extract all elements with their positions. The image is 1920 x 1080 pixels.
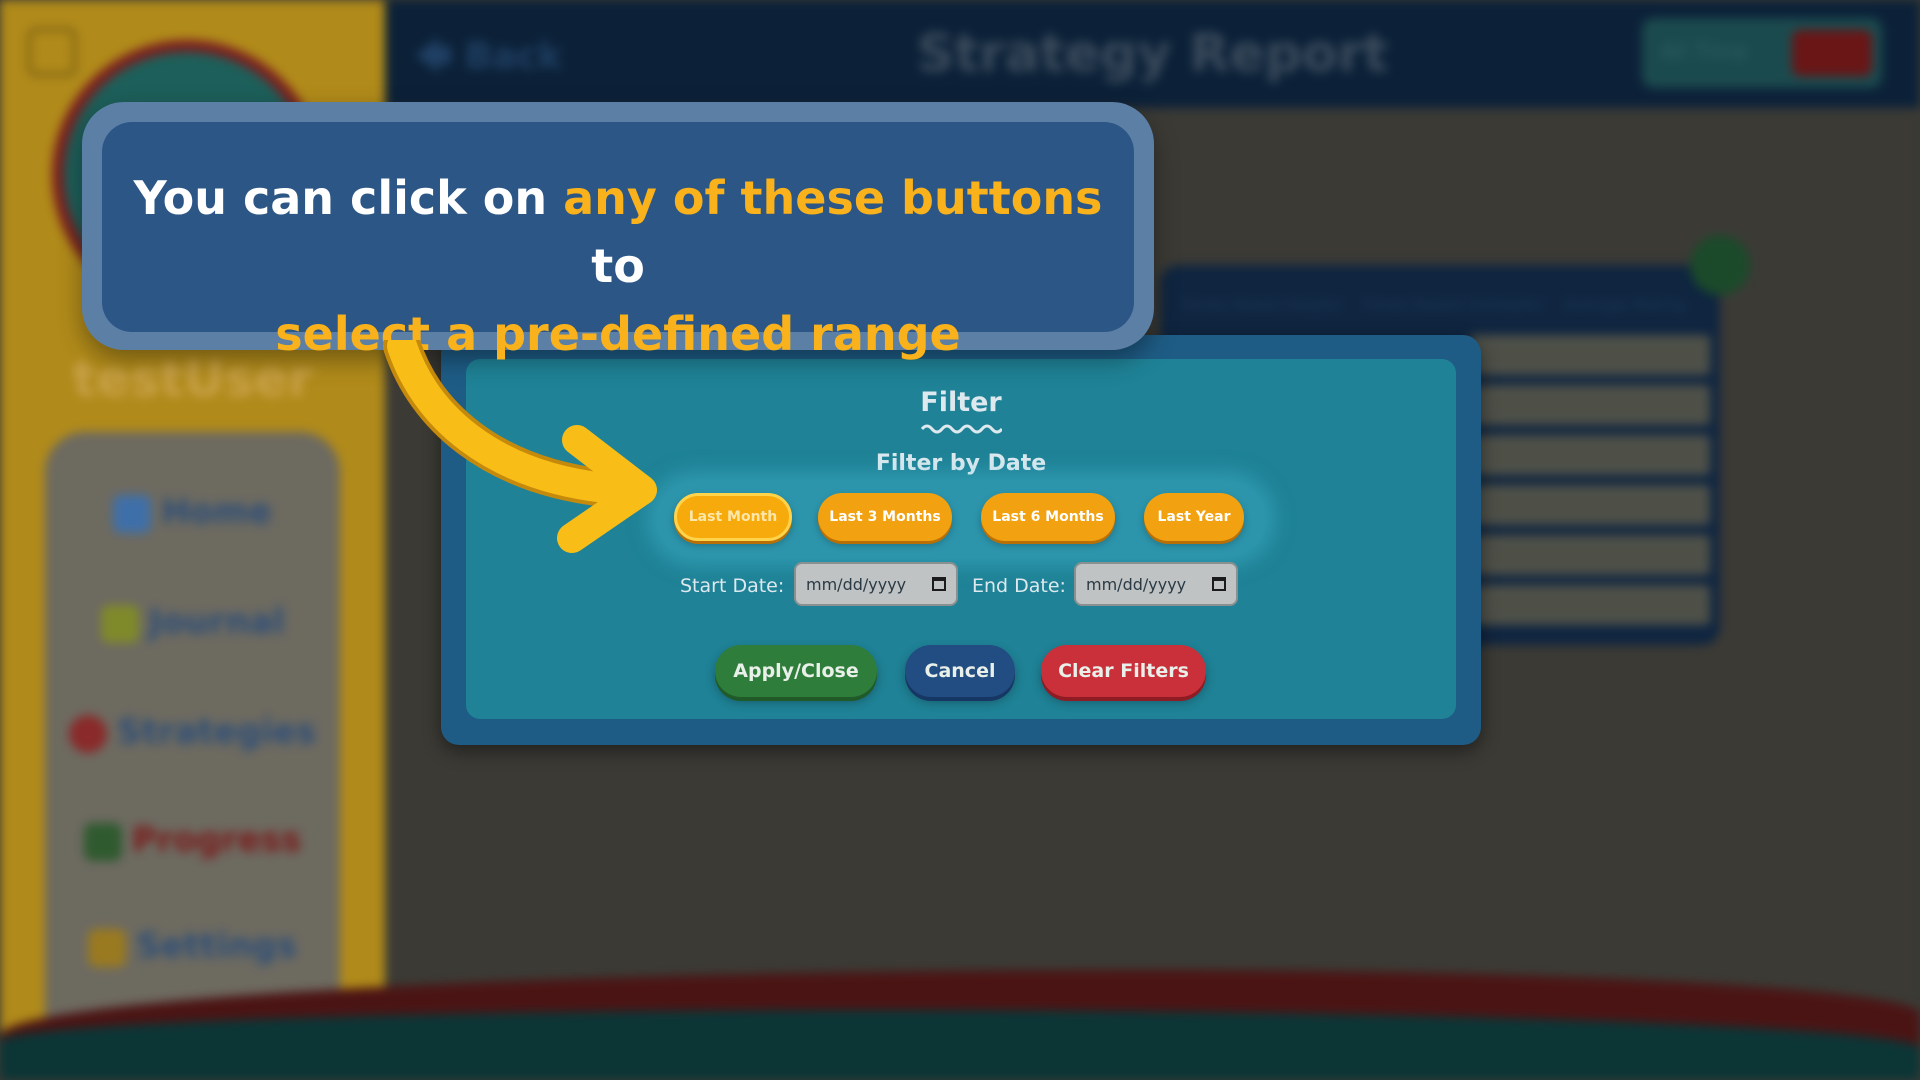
end-date-input[interactable]: mm/dd/yyyy	[1074, 562, 1238, 606]
sidebar-item-home[interactable]: Home	[45, 492, 340, 533]
table-row	[1470, 435, 1710, 475]
table-row	[1470, 385, 1710, 425]
sidebar-item-settings[interactable]: Settings	[45, 926, 340, 967]
sidebar-item-strategies[interactable]: Strategies	[45, 712, 340, 753]
home-icon	[113, 494, 152, 533]
preset-last-month-button[interactable]: Last Month	[674, 493, 792, 541]
start-date-input[interactable]: mm/dd/yyyy	[794, 562, 958, 606]
apply-close-button[interactable]: Apply/Close	[715, 645, 877, 697]
preset-last-6-months-button[interactable]: Last 6 Months	[981, 493, 1115, 541]
journal-icon	[100, 604, 139, 643]
title-underline	[920, 424, 1002, 434]
table-row	[1470, 585, 1710, 625]
preset-last-year-button[interactable]: Last Year	[1144, 493, 1244, 541]
strategies-icon	[68, 714, 107, 753]
cancel-button[interactable]: Cancel	[905, 645, 1015, 697]
menu-button[interactable]	[28, 28, 76, 76]
table-row	[1470, 535, 1710, 575]
pointer-arrow-icon	[383, 340, 657, 553]
clear-filters-button[interactable]: Clear Filters	[1041, 645, 1206, 697]
sidebar-item-journal[interactable]: Journal	[45, 602, 340, 643]
tutorial-text: You can click on any of these buttons to…	[133, 171, 1103, 361]
preset-last-3-months-button[interactable]: Last 3 Months	[818, 493, 952, 541]
start-date-label: Start Date:	[680, 575, 785, 597]
calendar-icon[interactable]	[932, 577, 946, 591]
table-header: Times Rated Helpful Times Rated Unhelpfu…	[1180, 295, 1686, 314]
table-row	[1470, 335, 1710, 375]
sidebar-nav: Home Journal Strategies Progress Setting…	[45, 432, 340, 1052]
top-actions: All Time	[1642, 18, 1882, 88]
calendar-icon[interactable]	[1212, 577, 1226, 591]
sidebar-item-progress[interactable]: Progress	[45, 820, 340, 861]
top-bar: 🡄 Back Strategy Report All Time	[385, 0, 1920, 108]
end-date-label: End Date:	[972, 575, 1066, 597]
progress-icon	[83, 822, 122, 861]
table-row	[1470, 485, 1710, 525]
settings-icon	[88, 928, 127, 967]
download-icon[interactable]	[1690, 235, 1750, 295]
all-time-button[interactable]: All Time	[1660, 40, 1748, 65]
tutorial-callout: You can click on any of these buttons to…	[102, 122, 1134, 361]
filter-button[interactable]	[1792, 30, 1872, 76]
